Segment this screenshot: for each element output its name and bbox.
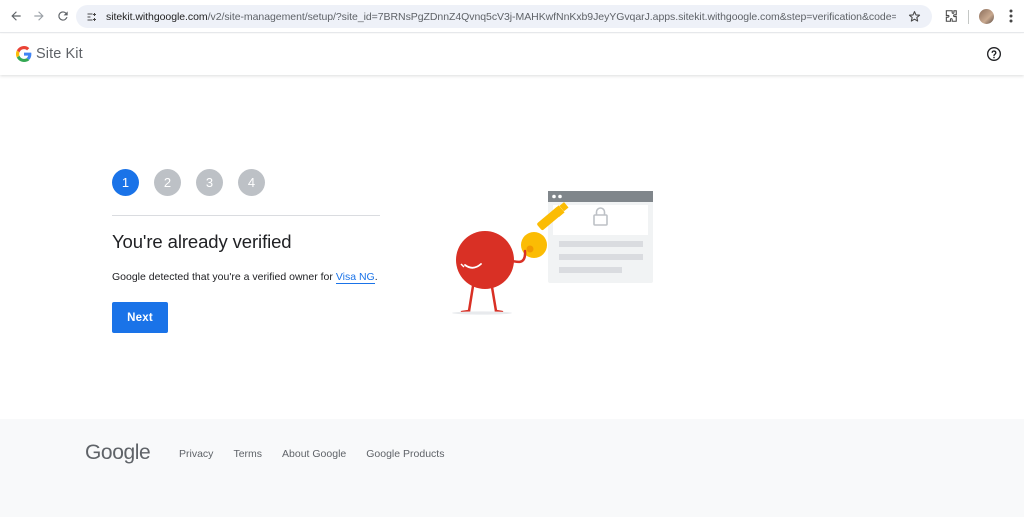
back-icon[interactable]	[5, 5, 27, 27]
toolbar-divider	[968, 10, 969, 24]
page-title: You're already verified	[112, 231, 292, 252]
footer-links: Privacy Terms About Google Google Produc…	[179, 448, 464, 460]
description-text: Google detected that you're a verified o…	[112, 271, 336, 283]
step-4: 4	[238, 169, 265, 196]
extensions-icon[interactable]	[941, 6, 961, 26]
footer-link-google-products[interactable]: Google Products	[366, 448, 444, 460]
app-header: Site Kit	[0, 34, 1024, 75]
site-kit-logo[interactable]: Site Kit	[16, 46, 83, 62]
google-g-icon	[16, 46, 32, 62]
url-path: /v2/site-management/setup/?site_id=7BRNs…	[207, 10, 896, 23]
site-info-icon[interactable]	[81, 6, 103, 28]
address-bar[interactable]: sitekit.withgoogle.com/v2/site-managemen…	[76, 5, 932, 28]
footer-link-terms[interactable]: Terms	[233, 448, 262, 460]
url-host: sitekit.withgoogle.com	[106, 10, 208, 23]
footer-google-logo[interactable]: Google	[85, 441, 151, 465]
next-button[interactable]: Next	[112, 302, 168, 333]
reload-icon[interactable]	[52, 5, 74, 27]
stepper-divider	[112, 215, 380, 216]
verified-key-illustration	[452, 191, 653, 315]
footer-link-about-google[interactable]: About Google	[282, 448, 346, 460]
step-3: 3	[196, 169, 223, 196]
help-icon[interactable]	[985, 45, 1003, 63]
bookmark-star-icon[interactable]	[904, 6, 924, 26]
verification-description: Google detected that you're a verified o…	[112, 271, 378, 284]
profile-avatar[interactable]	[979, 9, 994, 24]
step-2: 2	[154, 169, 181, 196]
setup-stepper: 1 2 3 4	[112, 169, 265, 196]
step-1: 1	[112, 169, 139, 196]
forward-icon[interactable]	[28, 5, 50, 27]
description-suffix: .	[374, 271, 378, 283]
footer-link-privacy[interactable]: Privacy	[179, 448, 213, 460]
app-name: Site Kit	[36, 46, 83, 62]
kebab-menu-icon[interactable]	[1002, 6, 1020, 26]
page-footer	[0, 419, 1024, 517]
site-link[interactable]: Visa NG	[335, 271, 375, 284]
url-text[interactable]: sitekit.withgoogle.com/v2/site-managemen…	[106, 11, 896, 23]
browser-toolbar: sitekit.withgoogle.com/v2/site-managemen…	[0, 0, 1024, 33]
